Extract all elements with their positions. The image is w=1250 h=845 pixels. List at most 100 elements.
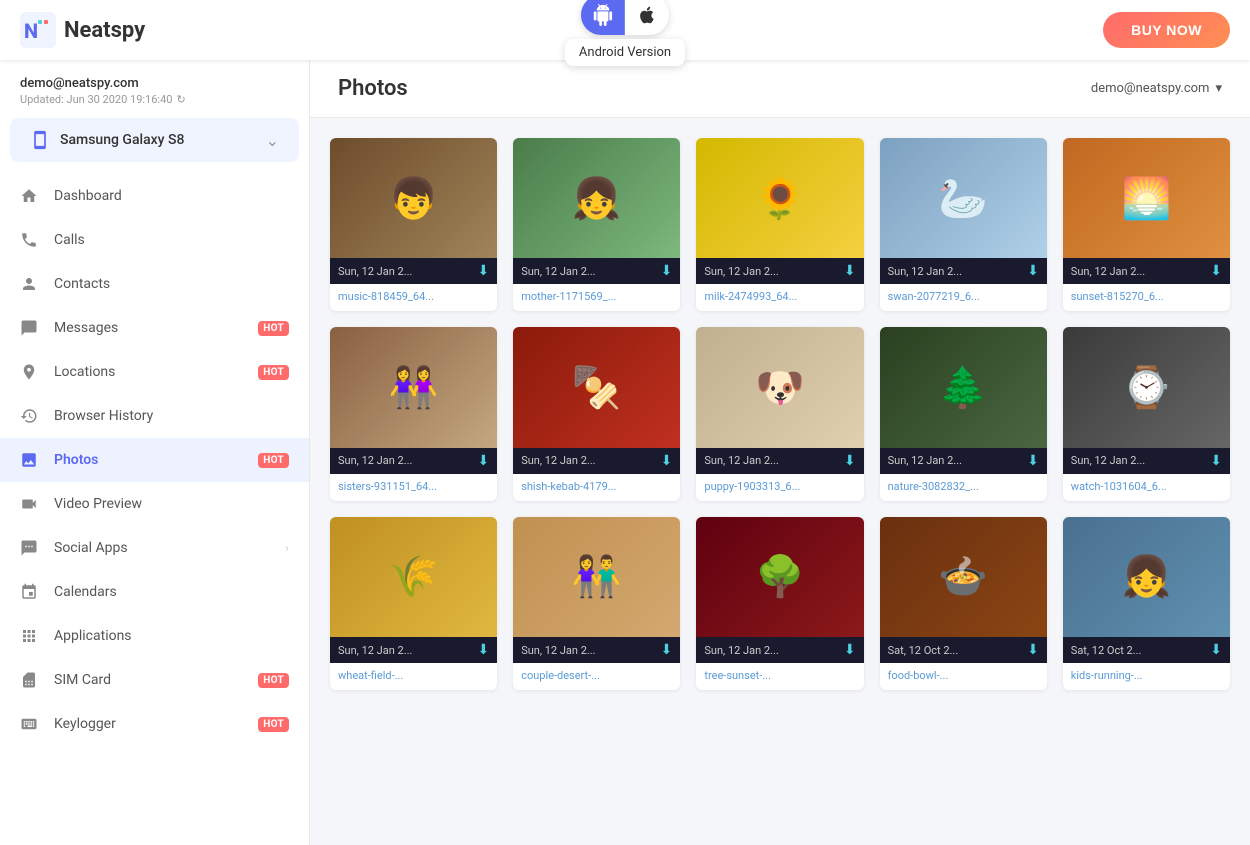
download-icon[interactable]: ⬇ [844,642,856,658]
sidebar-item-calls[interactable]: Calls [0,218,309,262]
download-icon[interactable]: ⬇ [661,263,673,279]
photo-card[interactable]: 🌅 Sun, 12 Jan 2... ⬇ sunset-815270_6... [1063,138,1230,311]
sidebar-item-locations[interactable]: LocationsHOT [0,350,309,394]
photo-card[interactable]: 🍲 Sat, 12 Oct 2... ⬇ food-bowl-... [880,517,1047,690]
logo-icon: N [20,12,56,48]
badge-keylogger: HOT [258,717,289,732]
download-icon[interactable]: ⬇ [1210,642,1222,658]
photo-card[interactable]: 👧 Sat, 12 Oct 2... ⬇ kids-running-... [1063,517,1230,690]
social-apps-icon [20,539,40,557]
sidebar-item-applications[interactable]: Applications [0,614,309,658]
photo-image: 🌾 [330,517,497,637]
sidebar-item-label-social-apps: Social Apps [54,540,271,556]
content-area: Photos demo@neatspy.com ▾ 👦 Sun, 12 Jan … [310,60,1250,845]
sidebar-item-calendars[interactable]: Calendars [0,570,309,614]
photo-info-bar: Sun, 12 Jan 2... ⬇ [880,258,1047,284]
photo-info-bar: Sun, 12 Jan 2... ⬇ [696,637,863,663]
photo-card[interactable]: 🦢 Sun, 12 Jan 2... ⬇ swan-2077219_6... [880,138,1047,311]
download-icon[interactable]: ⬇ [477,642,489,658]
photo-image: 🌅 [1063,138,1230,258]
photo-filename: tree-sunset-... [696,663,863,690]
download-icon[interactable]: ⬇ [844,453,856,469]
sidebar-item-label-photos: Photos [54,452,244,468]
photos-grid: 👦 Sun, 12 Jan 2... ⬇ music-818459_64... … [330,138,1230,690]
sidebar-item-label-browser-history: Browser History [54,408,289,424]
photo-info-bar: Sun, 12 Jan 2... ⬇ [330,448,497,474]
user-dropdown[interactable]: demo@neatspy.com ▾ [1091,81,1222,96]
sidebar-item-video-preview[interactable]: Video Preview [0,482,309,526]
photo-image: 👧 [1063,517,1230,637]
photo-image: 🌳 [696,517,863,637]
download-icon[interactable]: ⬇ [661,642,673,658]
photo-info-bar: Sat, 12 Oct 2... ⬇ [880,637,1047,663]
locations-icon [20,363,40,381]
photo-info-bar: Sun, 12 Jan 2... ⬇ [1063,448,1230,474]
photo-card[interactable]: 🌳 Sun, 12 Jan 2... ⬇ tree-sunset-... [696,517,863,690]
photo-filename: nature-3082832_... [880,474,1047,501]
sidebar-item-contacts[interactable]: Contacts [0,262,309,306]
platform-toggle: Android Version [565,0,685,66]
device-icon [30,130,50,150]
badge-locations: HOT [258,365,289,380]
buy-now-button[interactable]: BUY NOW [1103,12,1230,48]
photo-filename: food-bowl-... [880,663,1047,690]
sidebar-item-dashboard[interactable]: Dashboard [0,174,309,218]
photo-filename: swan-2077219_6... [880,284,1047,311]
photo-card[interactable]: 🐶 Sun, 12 Jan 2... ⬇ puppy-1903313_6... [696,327,863,500]
photos-icon [20,451,40,469]
photo-card[interactable]: 👭 Sun, 12 Jan 2... ⬇ sisters-931151_64..… [330,327,497,500]
photo-filename: wheat-field-... [330,663,497,690]
sidebar-item-label-messages: Messages [54,320,244,336]
download-icon[interactable]: ⬇ [1210,453,1222,469]
photo-card[interactable]: 👦 Sun, 12 Jan 2... ⬇ music-818459_64... [330,138,497,311]
sidebar-item-sim-card[interactable]: SIM CardHOT [0,658,309,702]
download-icon[interactable]: ⬇ [477,453,489,469]
calendars-icon [20,583,40,601]
video-preview-icon [20,495,40,513]
download-icon[interactable]: ⬇ [1027,453,1039,469]
photo-info-bar: Sun, 12 Jan 2... ⬇ [696,258,863,284]
browser-history-icon [20,407,40,425]
contacts-icon [20,275,40,293]
photo-image: 👦 [330,138,497,258]
photo-filename: shish-kebab-4179... [513,474,680,501]
content-header: Photos demo@neatspy.com ▾ [310,60,1250,118]
refresh-icon[interactable]: ↻ [176,93,185,106]
download-icon[interactable]: ⬇ [1210,263,1222,279]
photo-date: Sun, 12 Jan 2... [338,644,412,657]
photo-image: 👭 [330,327,497,447]
sidebar: demo@neatspy.com Updated: Jun 30 2020 19… [0,60,310,845]
page-title: Photos [338,76,408,101]
photo-info-bar: Sun, 12 Jan 2... ⬇ [330,637,497,663]
sidebar-header: demo@neatspy.com Updated: Jun 30 2020 19… [0,60,309,114]
sidebar-item-messages[interactable]: MessagesHOT [0,306,309,350]
download-icon[interactable]: ⬇ [477,263,489,279]
photo-card[interactable]: ⌚ Sun, 12 Jan 2... ⬇ watch-1031604_6... [1063,327,1230,500]
photo-card[interactable]: 🍢 Sun, 12 Jan 2... ⬇ shish-kebab-4179... [513,327,680,500]
photo-image: 🍲 [880,517,1047,637]
apple-btn[interactable] [625,0,669,35]
photo-date: Sun, 12 Jan 2... [521,265,595,278]
sidebar-item-social-apps[interactable]: Social Apps› [0,526,309,570]
photo-card[interactable]: 👫 Sun, 12 Jan 2... ⬇ couple-desert-... [513,517,680,690]
svg-text:N: N [24,19,38,43]
android-btn[interactable] [581,0,625,35]
download-icon[interactable]: ⬇ [844,263,856,279]
download-icon[interactable]: ⬇ [1027,263,1039,279]
topbar: N Neatspy Android Version BUY NOW [0,0,1250,60]
photo-card[interactable]: 🌲 Sun, 12 Jan 2... ⬇ nature-3082832_... [880,327,1047,500]
photo-date: Sat, 12 Oct 2... [1071,644,1142,657]
download-icon[interactable]: ⬇ [661,453,673,469]
apple-icon [637,5,657,25]
photo-card[interactable]: 👧 Sun, 12 Jan 2... ⬇ mother-1171569_... [513,138,680,311]
sidebar-item-keylogger[interactable]: KeyloggerHOT [0,702,309,746]
download-icon[interactable]: ⬇ [1027,642,1039,658]
device-selector[interactable]: Samsung Galaxy S8 ⌄ [10,118,299,162]
sidebar-item-photos[interactable]: PhotosHOT [0,438,309,482]
photo-filename: milk-2474993_64... [696,284,863,311]
sidebar-item-browser-history[interactable]: Browser History [0,394,309,438]
photo-image: 👫 [513,517,680,637]
photo-date: Sun, 12 Jan 2... [704,265,778,278]
photo-card[interactable]: 🌻 Sun, 12 Jan 2... ⬇ milk-2474993_64... [696,138,863,311]
photo-card[interactable]: 🌾 Sun, 12 Jan 2... ⬇ wheat-field-... [330,517,497,690]
